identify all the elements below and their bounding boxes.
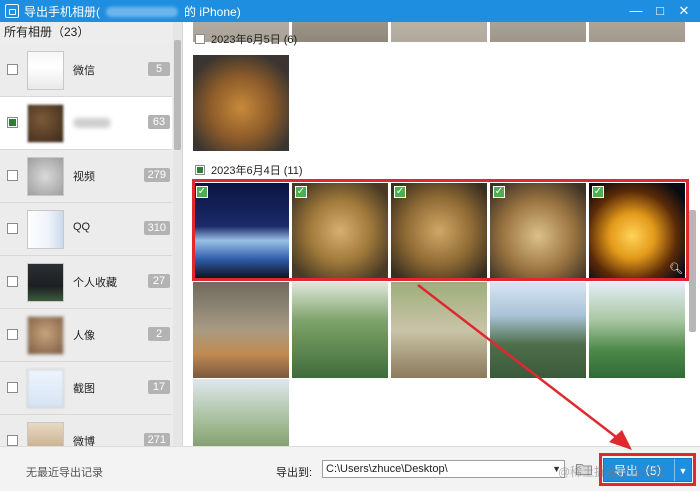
album-name: 视频 — [73, 171, 95, 183]
export-path-value: C:\Users\zhuce\Desktop\ — [326, 463, 448, 475]
window-title: 导出手机相册( 的 iPhone) — [24, 3, 241, 20]
date-group-checkbox[interactable] — [195, 34, 205, 44]
photo-selected-check-icon[interactable]: ✓ — [394, 186, 406, 198]
album-thumbnail — [27, 369, 64, 408]
photo-grid-scrollbar[interactable] — [688, 22, 697, 446]
photo-thumbnail-selected[interactable]: ✓ — [391, 183, 487, 279]
date-group-header: 2023年6月4日 (11) — [195, 163, 303, 177]
watermark: @稀土掘金技术社区 — [558, 465, 667, 479]
photo-thumbnail-selected[interactable]: ✓ 🔍︎ — [589, 183, 685, 279]
date-group-label: 2023年6月4日 (11) — [211, 165, 303, 177]
album-count: 310 — [143, 221, 170, 235]
album-count: 2 — [148, 327, 170, 341]
album-item-qq[interactable]: QQ 310 — [0, 203, 172, 256]
photo-thumbnail[interactable] — [490, 282, 586, 378]
album-thumbnail — [27, 263, 64, 302]
export-to-label: 导出到: — [276, 467, 313, 479]
album-count: 17 — [148, 380, 170, 394]
album-name: QQ — [73, 221, 91, 233]
sidebar-scrollbar-thumb[interactable] — [174, 40, 181, 150]
photo-thumbnail[interactable] — [589, 22, 685, 42]
album-checkbox[interactable] — [7, 435, 18, 446]
photo-thumbnail[interactable] — [589, 282, 685, 378]
phone-export-icon — [5, 4, 19, 18]
photo-thumbnail-selected[interactable]: ✓ — [193, 183, 289, 279]
photo-thumbnail[interactable] — [490, 22, 586, 42]
photo-grid: 2023年6月5日 (6) 2023年6月4日 (11) ✓ ✓ ✓ ✓ ✓ 🔍… — [184, 22, 700, 446]
album-thumbnail — [27, 157, 64, 196]
photo-thumbnail[interactable] — [391, 22, 487, 42]
album-item-blurred[interactable]: 63 — [0, 97, 172, 150]
photo-selected-check-icon[interactable]: ✓ — [592, 186, 604, 198]
album-item-weibo[interactable]: 微博 271 — [0, 415, 172, 446]
album-count: 271 — [143, 433, 170, 446]
photo-selected-check-icon[interactable]: ✓ — [196, 186, 208, 198]
photo-thumbnail[interactable] — [292, 282, 388, 378]
window-title-prefix: 导出手机相册( — [24, 4, 100, 19]
close-button[interactable]: ✕ — [674, 2, 694, 20]
photo-thumbnail-selected[interactable]: ✓ — [490, 183, 586, 279]
blurred-device-name — [106, 7, 178, 18]
album-thumbnail — [27, 51, 64, 90]
album-checkbox[interactable] — [7, 117, 18, 128]
export-options-dropdown[interactable]: ▼ — [674, 459, 691, 481]
photo-thumbnail[interactable] — [391, 282, 487, 378]
album-count: 63 — [148, 115, 170, 129]
sidebar-scrollbar[interactable] — [173, 22, 182, 446]
album-list: 微信 5 63 视频 279 QQ 310 个人收藏 27 人像 2 截图 17… — [0, 44, 172, 446]
album-name: 截图 — [73, 383, 95, 395]
album-name: 个人收藏 — [73, 277, 117, 289]
photo-thumbnail[interactable] — [193, 55, 289, 151]
album-checkbox[interactable] — [7, 223, 18, 234]
album-item-screenshots[interactable]: 截图 17 — [0, 362, 172, 415]
album-thumbnail — [27, 104, 64, 143]
album-checkbox[interactable] — [7, 276, 18, 287]
photo-thumbnail[interactable] — [193, 282, 289, 378]
album-checkbox[interactable] — [7, 170, 18, 181]
date-group-label: 2023年6月5日 (6) — [211, 34, 298, 46]
album-count: 27 — [148, 274, 170, 288]
album-checkbox[interactable] — [7, 382, 18, 393]
all-albums-header: 所有相册（23） — [4, 25, 90, 39]
album-item-portrait[interactable]: 人像 2 — [0, 309, 172, 362]
recent-export-record-link[interactable]: 无最近导出记录 — [26, 464, 103, 480]
photo-thumbnail[interactable] — [193, 379, 289, 446]
window-title-suffix: 的 iPhone) — [184, 4, 241, 19]
maximize-button[interactable]: □ — [650, 2, 670, 20]
album-item-video[interactable]: 视频 279 — [0, 150, 172, 203]
title-bar: 导出手机相册( 的 iPhone) — □ ✕ — [0, 0, 700, 22]
album-sidebar: 所有相册（23） 微信 5 63 视频 279 QQ 310 个人收藏 27 人… — [0, 22, 183, 446]
album-thumbnail — [27, 422, 64, 446]
album-name: 微信 — [73, 65, 95, 77]
album-name: 微博 — [73, 436, 95, 446]
album-thumbnail — [27, 210, 64, 249]
album-name-blurred — [73, 118, 111, 128]
export-path-select[interactable]: C:\Users\zhuce\Desktop\ ▼ — [322, 460, 565, 478]
zoom-icon[interactable]: 🔍︎ — [669, 263, 683, 275]
date-group-checkbox[interactable] — [195, 165, 205, 175]
album-checkbox[interactable] — [7, 64, 18, 75]
photo-grid-scrollbar-thumb[interactable] — [689, 210, 696, 332]
album-item-wechat[interactable]: 微信 5 — [0, 44, 172, 97]
album-item-favorites[interactable]: 个人收藏 27 — [0, 256, 172, 309]
photo-thumbnail[interactable] — [292, 22, 388, 42]
minimize-button[interactable]: — — [626, 2, 646, 20]
date-group-header: 2023年6月5日 (6) — [195, 32, 297, 46]
album-count: 279 — [143, 168, 170, 182]
album-checkbox[interactable] — [7, 329, 18, 340]
album-name: 人像 — [73, 330, 95, 342]
photo-thumbnail-selected[interactable]: ✓ — [292, 183, 388, 279]
photo-selected-check-icon[interactable]: ✓ — [295, 186, 307, 198]
album-thumbnail — [27, 316, 64, 355]
photo-selected-check-icon[interactable]: ✓ — [493, 186, 505, 198]
album-count: 5 — [148, 62, 170, 76]
